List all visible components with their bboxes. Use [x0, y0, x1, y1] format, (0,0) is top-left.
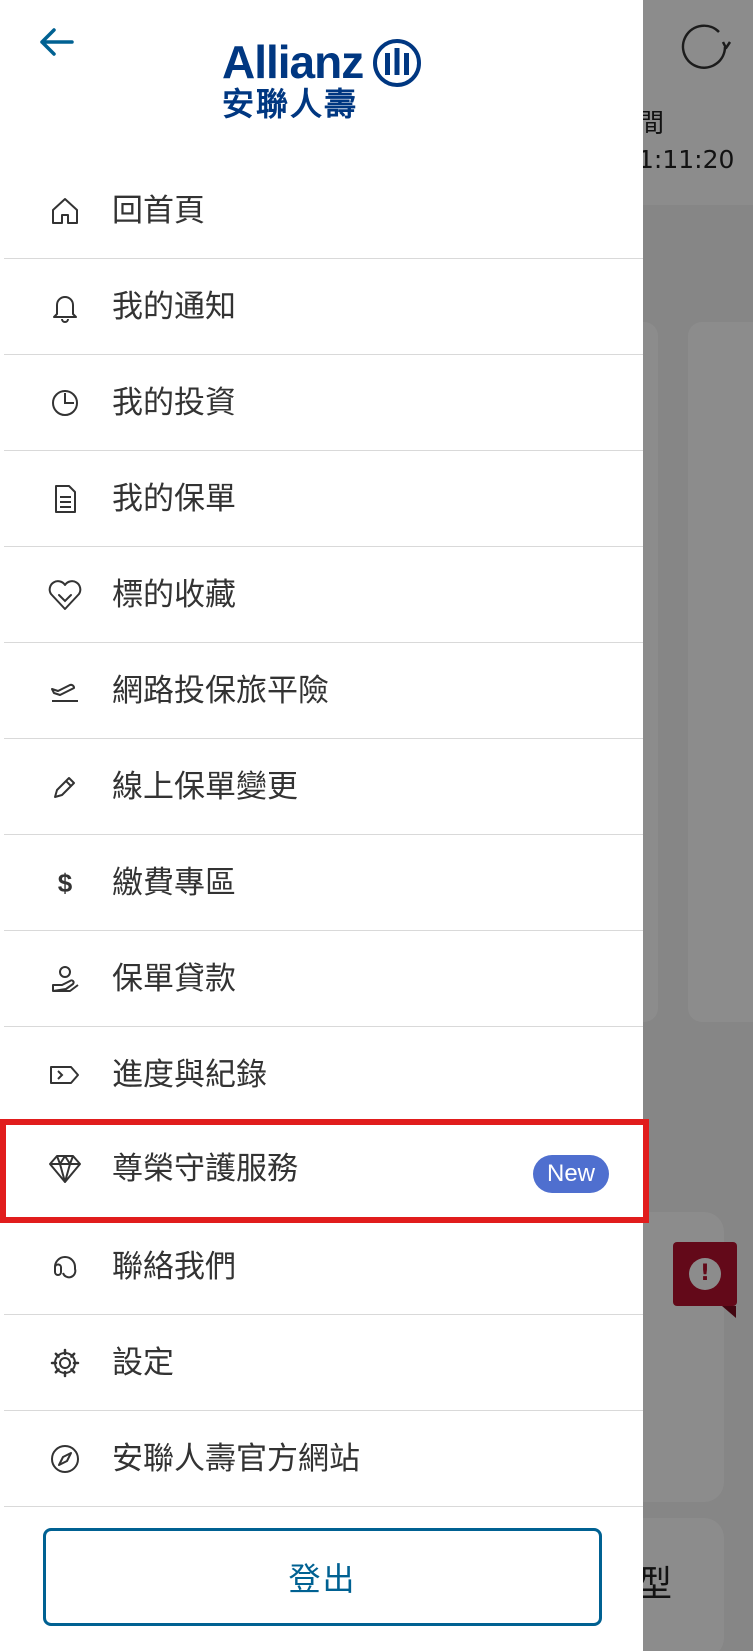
menu-item-official-website[interactable]: 安聯人壽官方網站 — [4, 1411, 643, 1507]
menu-item-label: 我的通知 — [112, 289, 236, 325]
tag-icon — [47, 1057, 83, 1093]
menu-item-policy-loan[interactable]: 保單貸款 — [4, 931, 643, 1027]
menu-item-progress-records[interactable]: 進度與紀錄 — [4, 1027, 643, 1123]
menu-item-label: 回首頁 — [112, 193, 205, 229]
compass-icon — [47, 1441, 83, 1477]
diamond-icon — [47, 1151, 83, 1187]
menu-item-label: 繳費專區 — [112, 865, 236, 901]
menu-item-label: 安聯人壽官方網站 — [112, 1441, 360, 1477]
plane-icon — [47, 673, 83, 709]
drawer-menu: 回首頁 我的通知 我的投資 我的保單 標的收藏 網路投保旅平險 線上保單變更 $… — [0, 163, 649, 1507]
allianz-eagle-icon — [373, 39, 421, 87]
new-badge: New — [532, 1155, 609, 1193]
logout-button[interactable]: 登出 — [43, 1528, 602, 1626]
navigation-drawer: Allianz 安聯人壽 回首頁 我的通知 我的投資 我的保單 標的收藏 網路投… — [0, 0, 649, 1651]
menu-item-policies[interactable]: 我的保單 — [4, 451, 643, 547]
menu-item-label: 保單貸款 — [112, 961, 236, 997]
logo-chinese-name: 安聯人壽 — [222, 85, 359, 123]
menu-item-contact-us[interactable]: 聯絡我們 — [4, 1219, 643, 1315]
menu-item-label: 設定 — [112, 1345, 174, 1381]
loan-hand-icon — [47, 961, 83, 997]
menu-item-investments[interactable]: 我的投資 — [4, 355, 643, 451]
menu-item-label: 進度與紀錄 — [112, 1057, 267, 1093]
home-icon — [47, 193, 83, 229]
menu-item-settings[interactable]: 設定 — [4, 1315, 643, 1411]
back-button[interactable] — [36, 22, 76, 62]
menu-item-label: 網路投保旅平險 — [112, 673, 329, 709]
menu-item-vip-service[interactable]: 尊榮守護服務 New — [0, 1119, 649, 1223]
gear-icon — [47, 1345, 83, 1381]
menu-item-label: 尊榮守護服務 — [112, 1151, 298, 1187]
headset-icon — [47, 1249, 83, 1285]
menu-item-favorites[interactable]: 標的收藏 — [4, 547, 643, 643]
menu-item-label: 線上保單變更 — [112, 769, 298, 805]
logo-brand: Allianz — [222, 36, 364, 88]
logout-label: 登出 — [288, 1560, 357, 1598]
menu-item-home[interactable]: 回首頁 — [4, 163, 643, 259]
dollar-icon: $ — [47, 865, 83, 901]
heart-icon — [47, 577, 83, 613]
menu-item-label: 我的保單 — [112, 481, 236, 517]
menu-item-label: 標的收藏 — [112, 577, 236, 613]
menu-item-notifications[interactable]: 我的通知 — [4, 259, 643, 355]
allianz-logo: Allianz 安聯人壽 — [222, 36, 426, 126]
menu-item-label: 聯絡我們 — [112, 1249, 236, 1285]
bell-icon — [47, 289, 83, 325]
dollar-glyph: $ — [57, 867, 73, 898]
menu-item-label: 我的投資 — [112, 385, 236, 421]
arrow-left-icon — [40, 28, 74, 56]
menu-item-payments[interactable]: $ 繳費專區 — [4, 835, 643, 931]
document-icon — [47, 481, 83, 517]
pie-chart-icon — [47, 385, 83, 421]
pencil-icon — [47, 769, 83, 805]
menu-item-travel-insurance[interactable]: 網路投保旅平險 — [4, 643, 643, 739]
menu-item-online-policy-change[interactable]: 線上保單變更 — [4, 739, 643, 835]
